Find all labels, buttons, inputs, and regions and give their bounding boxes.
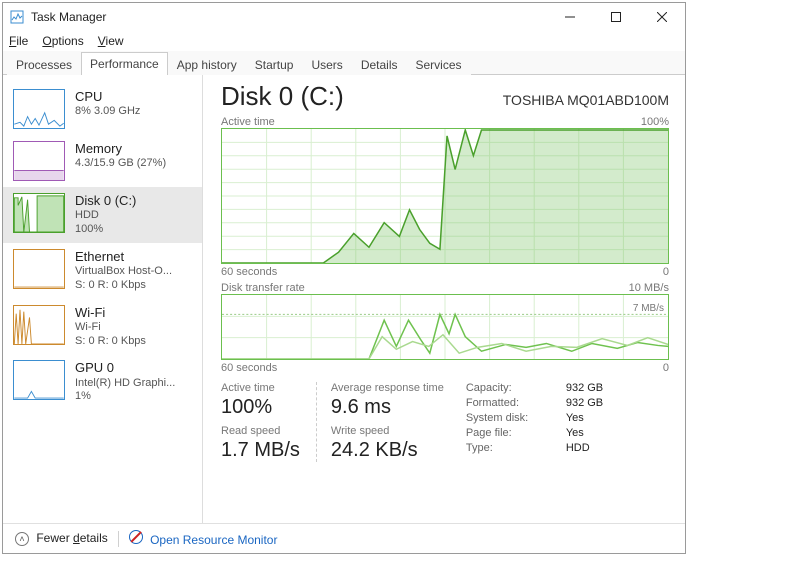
- kv-pagefile-v: Yes: [566, 427, 603, 439]
- active-time-chart-wrap: Active time 100% 60 seconds 0: [221, 116, 669, 278]
- window-title: Task Manager: [31, 10, 106, 24]
- maximize-button[interactable]: [593, 3, 639, 31]
- chevron-up-icon: ˄: [15, 532, 29, 546]
- chart2-label-bottomleft: 60 seconds: [221, 362, 277, 374]
- kv-sysdisk-l: System disk:: [466, 412, 556, 424]
- sidebar-cpu-subtitle: 8% 3.09 GHz: [75, 105, 140, 119]
- main-panel: Disk 0 (C:) TOSHIBA MQ01ABD100M Active t…: [203, 75, 685, 523]
- kv-capacity-v: 932 GB: [566, 382, 603, 394]
- sidebar-memory-title: Memory: [75, 141, 166, 157]
- sidebar-wifi-title: Wi-Fi: [75, 305, 146, 321]
- close-button[interactable]: [639, 3, 685, 31]
- chart2-label-topleft: Disk transfer rate: [221, 282, 305, 294]
- footer-separator: [118, 531, 119, 547]
- chart2-inner-label: 7 MB/s: [633, 303, 664, 314]
- sidebar-disk-sub2: 100%: [75, 223, 136, 237]
- sidebar-eth-sub2: S: 0 R: 0 Kbps: [75, 279, 172, 293]
- kv-type-v: HDD: [566, 442, 603, 454]
- kv-type-l: Type:: [466, 442, 556, 454]
- transfer-rate-chart-wrap: Disk transfer rate 10 MB/s 7 MB/s: [221, 282, 669, 374]
- tab-users[interactable]: Users: [302, 53, 351, 75]
- chart2-label-bottomright: 0: [663, 362, 669, 374]
- tab-performance[interactable]: Performance: [81, 52, 168, 75]
- chart1-label-topright: 100%: [641, 116, 669, 128]
- memory-sparkline-icon: [13, 141, 65, 181]
- avg-resp-value: 9.6 ms: [331, 394, 444, 419]
- tab-details[interactable]: Details: [352, 53, 407, 75]
- gpu-sparkline-icon: [13, 360, 65, 400]
- sidebar-wifi-sub1: Wi-Fi: [75, 321, 146, 335]
- active-time-chart[interactable]: [221, 128, 669, 264]
- sidebar-gpu-sub2: 1%: [75, 390, 175, 404]
- tab-startup[interactable]: Startup: [246, 53, 303, 75]
- task-manager-window: Task Manager File Options View Processes…: [2, 2, 686, 554]
- open-resource-monitor-link[interactable]: Open Resource Monitor: [129, 530, 278, 547]
- ethernet-sparkline-icon: [13, 249, 65, 289]
- kv-formatted-v: 932 GB: [566, 397, 603, 409]
- titlebar: Task Manager: [3, 3, 685, 31]
- kv-pagefile-l: Page file:: [466, 427, 556, 439]
- avg-resp-label: Average response time: [331, 382, 444, 394]
- wifi-sparkline-icon: [13, 305, 65, 345]
- sidebar: CPU 8% 3.09 GHz Memory 4.3/15.9 GB (27%): [3, 75, 203, 523]
- chart2-label-topright: 10 MB/s: [629, 282, 669, 294]
- sidebar-disk-title: Disk 0 (C:): [75, 193, 136, 209]
- sidebar-memory-subtitle: 4.3/15.9 GB (27%): [75, 157, 166, 171]
- menu-options[interactable]: Options: [42, 34, 83, 48]
- sidebar-eth-title: Ethernet: [75, 249, 172, 265]
- cpu-sparkline-icon: [13, 89, 65, 129]
- sidebar-wifi-sub2: S: 0 R: 0 Kbps: [75, 335, 146, 349]
- sidebar-gpu-title: GPU 0: [75, 360, 175, 376]
- page-title: Disk 0 (C:): [221, 81, 344, 112]
- write-speed-label: Write speed: [331, 425, 444, 437]
- menu-file[interactable]: File: [9, 34, 28, 48]
- sidebar-item-gpu0[interactable]: GPU 0 Intel(R) HD Graphi... 1%: [3, 354, 202, 410]
- sidebar-item-memory[interactable]: Memory 4.3/15.9 GB (27%): [3, 135, 202, 187]
- active-time-label: Active time: [221, 382, 300, 394]
- stats-row: Active time 100% Read speed 1.7 MB/s Ave…: [221, 382, 669, 462]
- performance-body: CPU 8% 3.09 GHz Memory 4.3/15.9 GB (27%): [3, 75, 685, 523]
- transfer-rate-chart[interactable]: 7 MB/s: [221, 294, 669, 360]
- sidebar-cpu-title: CPU: [75, 89, 140, 105]
- sidebar-item-cpu[interactable]: CPU 8% 3.09 GHz: [3, 83, 202, 135]
- fewer-details-button[interactable]: ˄ Fewer details: [15, 531, 108, 546]
- sidebar-item-wifi[interactable]: Wi-Fi Wi-Fi S: 0 R: 0 Kbps: [3, 299, 202, 355]
- chart1-label-bottomright: 0: [663, 266, 669, 278]
- chart1-label-bottomleft: 60 seconds: [221, 266, 277, 278]
- sidebar-disk-sub1: HDD: [75, 209, 136, 223]
- tab-services[interactable]: Services: [407, 53, 471, 75]
- kv-sysdisk-v: Yes: [566, 412, 603, 424]
- sidebar-gpu-sub1: Intel(R) HD Graphi...: [75, 377, 175, 391]
- disk-model: TOSHIBA MQ01ABD100M: [503, 92, 669, 108]
- sidebar-item-disk0[interactable]: Disk 0 (C:) HDD 100%: [3, 187, 202, 243]
- tab-strip: Processes Performance App history Startu…: [3, 51, 685, 75]
- read-speed-label: Read speed: [221, 425, 300, 437]
- footer: ˄ Fewer details Open Resource Monitor: [3, 523, 685, 553]
- sidebar-item-ethernet[interactable]: Ethernet VirtualBox Host-O... S: 0 R: 0 …: [3, 243, 202, 299]
- disk-sparkline-icon: [13, 193, 65, 233]
- tab-processes[interactable]: Processes: [7, 53, 81, 75]
- sidebar-eth-sub1: VirtualBox Host-O...: [75, 265, 172, 279]
- app-icon: [9, 9, 25, 25]
- read-speed-value: 1.7 MB/s: [221, 437, 300, 462]
- tab-app-history[interactable]: App history: [168, 53, 246, 75]
- chart1-label-topleft: Active time: [221, 116, 275, 128]
- active-time-value: 100%: [221, 394, 300, 419]
- kv-formatted-l: Formatted:: [466, 397, 556, 409]
- write-speed-value: 24.2 KB/s: [331, 437, 444, 462]
- minimize-button[interactable]: [547, 3, 593, 31]
- disk-properties: Capacity: 932 GB Formatted: 932 GB System …: [466, 382, 603, 454]
- menubar: File Options View: [3, 31, 685, 51]
- kv-capacity-l: Capacity:: [466, 382, 556, 394]
- resource-monitor-icon: [129, 530, 143, 544]
- menu-view[interactable]: View: [98, 34, 124, 48]
